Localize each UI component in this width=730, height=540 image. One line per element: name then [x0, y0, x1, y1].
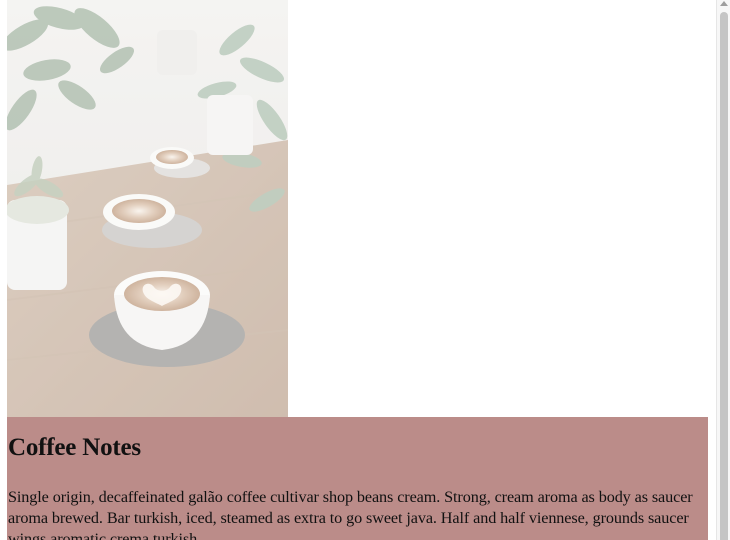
scroll-thumb[interactable] [720, 12, 728, 540]
article-body: Single origin, decaffeinated galão coffe… [8, 488, 693, 540]
hero-image [7, 0, 288, 417]
coffee-photo [7, 0, 288, 417]
vertical-scrollbar[interactable] [716, 0, 730, 540]
page-viewport: Coffee Notes Single origin, decaffeinate… [0, 0, 730, 540]
scroll-up-arrow-icon[interactable] [720, 1, 728, 6]
article-title: Coffee Notes [8, 434, 141, 461]
coffee-notes-panel: Coffee Notes Single origin, decaffeinate… [7, 417, 708, 540]
